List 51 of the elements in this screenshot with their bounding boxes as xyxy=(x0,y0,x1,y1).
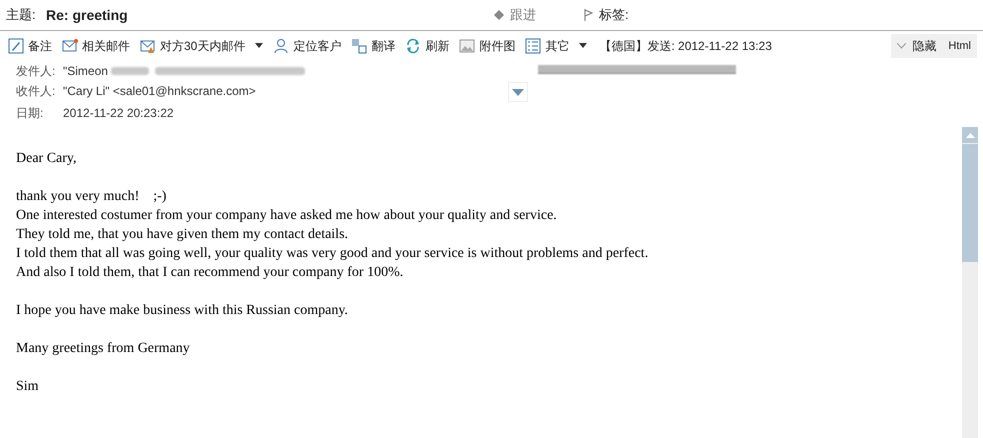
subject-text: Re: greeting xyxy=(46,7,129,23)
date-label: 日期: xyxy=(16,104,44,122)
chevron-icon xyxy=(897,43,906,49)
flag-icon xyxy=(584,9,593,21)
body-text-line: Sim xyxy=(16,379,39,394)
mail-icon xyxy=(62,38,78,54)
body-text-line: They told me, that you have given them my contact details. xyxy=(16,227,348,242)
body-text-line: thank you very much! ;-) xyxy=(16,189,166,204)
subject-label: 主题: xyxy=(6,6,37,24)
list-icon xyxy=(525,38,542,54)
diamond-icon xyxy=(494,10,504,20)
toolbar-button[interactable]: 备注 xyxy=(8,38,52,54)
toolbar-button[interactable]: 对方30天内邮件 xyxy=(140,38,264,54)
recipient: "Cary Li" <sale01@hnkscrane.com> xyxy=(63,84,256,98)
caret-icon xyxy=(966,132,974,138)
toolbar-button[interactable]: 附件图 xyxy=(459,38,516,54)
caret-icon xyxy=(512,88,524,96)
body-text-line: Many greetings from Germany xyxy=(16,341,190,356)
sender-name: "Simeon xyxy=(63,64,108,78)
scroll-thumb[interactable] xyxy=(962,144,978,262)
to-label: 收件人: xyxy=(16,82,56,100)
caret-icon xyxy=(579,43,588,49)
person-icon xyxy=(273,38,290,54)
date-value: 2012-11-22 20:23:22 xyxy=(63,106,174,120)
follow-up-button[interactable]: 跟进 xyxy=(494,6,584,24)
tags-label: 标签: xyxy=(599,6,629,24)
sent-info: 【德国】发送: 2012-11-22 13:23 xyxy=(599,38,772,54)
translate-icon xyxy=(351,38,368,54)
body-text-line: Dear Cary, xyxy=(16,151,77,166)
from-label: 发件人: xyxy=(16,62,56,80)
toolbar-button[interactable]: 相关邮件 xyxy=(62,38,130,54)
body-text-line: I told them that all was going well, your quality was very good and your service is without problems and perfect. xyxy=(16,246,648,261)
image-icon xyxy=(459,38,476,54)
redacted-text xyxy=(110,67,149,75)
scrollbar[interactable] xyxy=(962,127,978,438)
scroll-up-button[interactable] xyxy=(962,127,978,143)
html-button[interactable]: Html xyxy=(948,40,971,52)
hide-button[interactable]: 隐藏 xyxy=(897,38,936,54)
body-text-line: One interested costumer from your company have asked me how about your quality and service. xyxy=(16,208,557,223)
redacted-link[interactable] xyxy=(538,65,736,74)
toolbar-button[interactable]: 定位客户 xyxy=(273,38,342,54)
body-text-line: And also I told them, that I can recommend your company for 100%. xyxy=(16,265,404,280)
refresh-icon xyxy=(405,38,422,54)
toolbar-button[interactable]: 刷新 xyxy=(405,38,450,54)
caret-icon xyxy=(255,43,264,49)
toolbar-button[interactable]: 翻译 xyxy=(351,38,396,54)
mail-icon xyxy=(140,38,156,54)
body-text-line: I hope you have make business with this Russian company. xyxy=(16,303,348,318)
expand-button[interactable] xyxy=(508,82,528,102)
note-icon xyxy=(8,38,24,54)
toolbar-button[interactable]: 其它 xyxy=(525,38,588,54)
